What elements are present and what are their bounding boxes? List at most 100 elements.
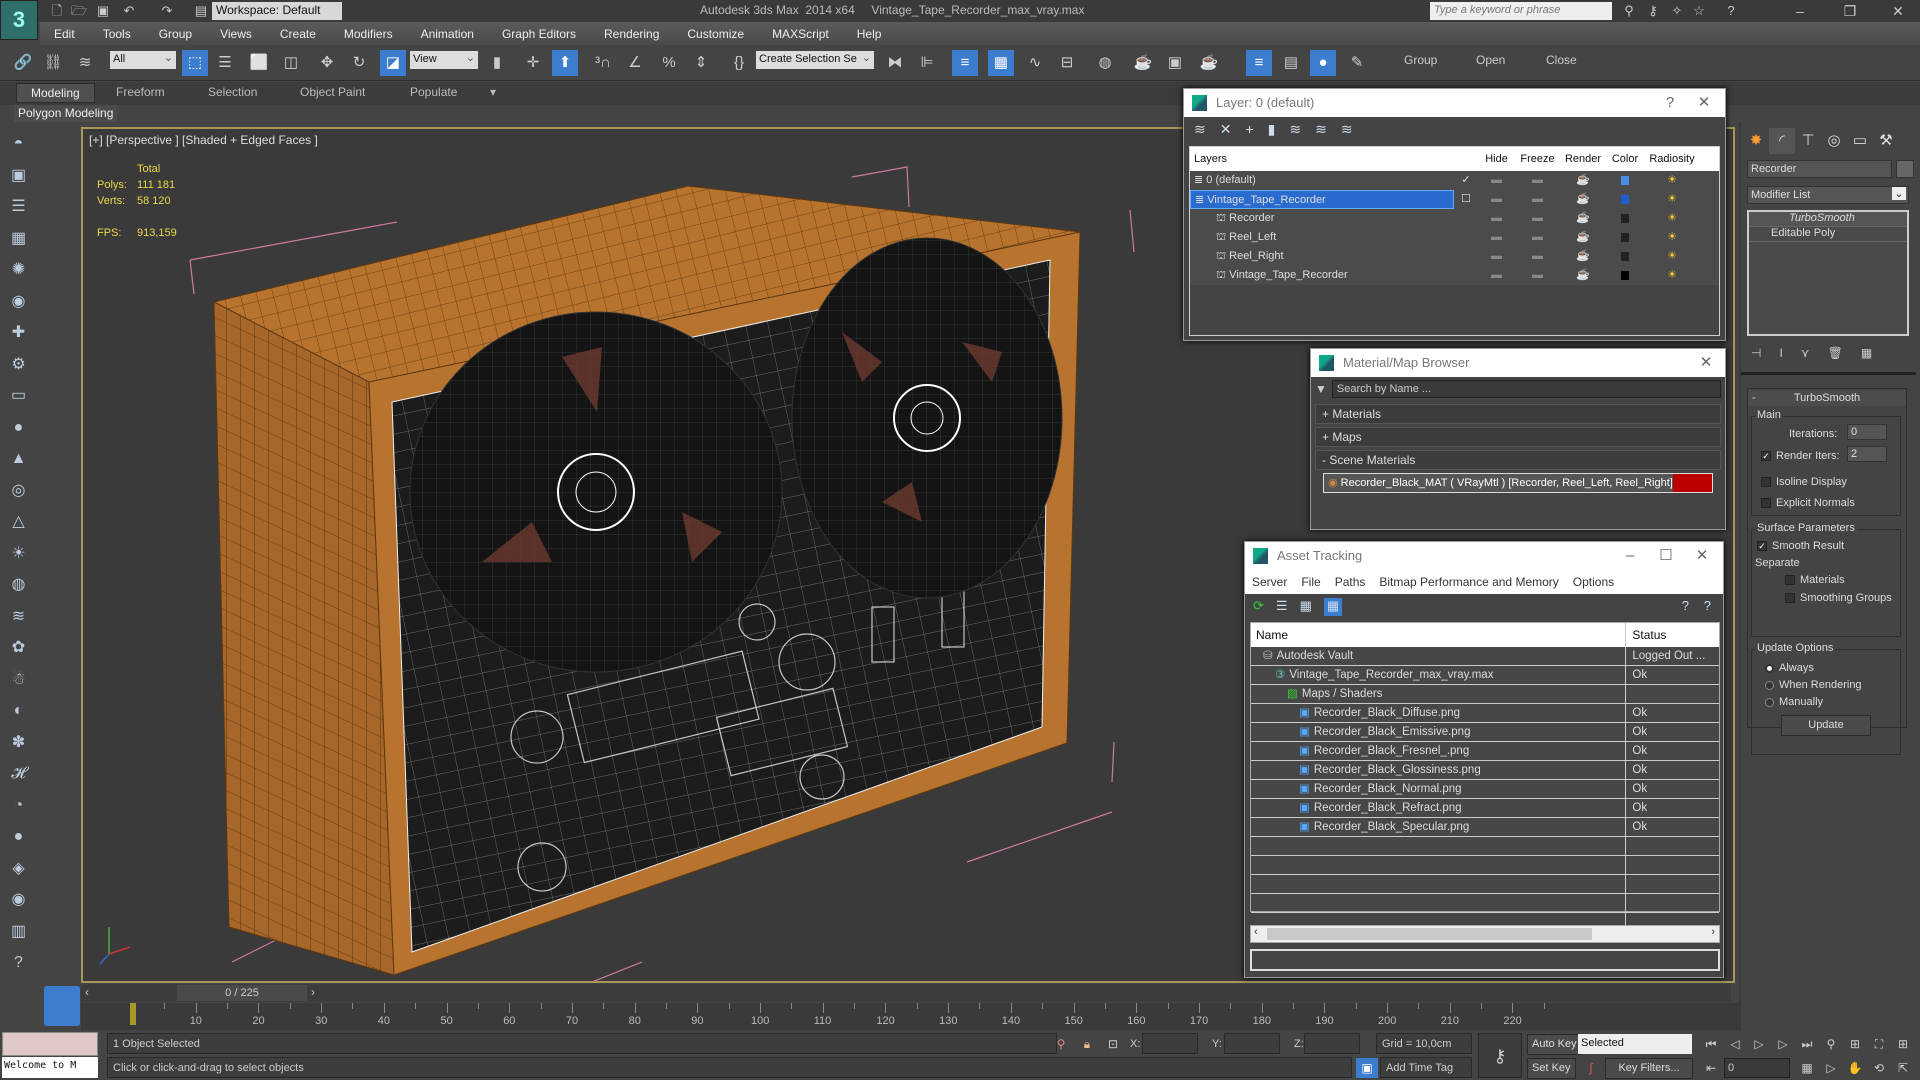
rectangle-selection-icon[interactable]: ⬜ <box>246 50 272 76</box>
current-layer-indicator[interactable]: ✓ <box>1454 171 1478 190</box>
asset-row[interactable]: ▣Recorder_Black_Fresnel_.pngOk <box>1251 742 1719 761</box>
curve-editor-icon[interactable]: ∿ <box>1022 50 1048 76</box>
render-iters-spinner[interactable]: 2 <box>1847 446 1887 462</box>
time-configuration-icon[interactable]: ▦ <box>1796 1058 1818 1078</box>
material-search-input[interactable]: Search by Name ... <box>1332 380 1721 398</box>
layer-name-cell[interactable]: ⛫ Reel_Left <box>1190 228 1454 247</box>
object-properties-icon[interactable]: ▤ <box>1278 50 1304 76</box>
render-teapot-icon[interactable]: ☕ <box>1560 190 1606 209</box>
menu-group[interactable]: Group <box>145 27 206 41</box>
object-id-icon[interactable]: ● <box>1310 50 1336 76</box>
angle-snap-icon[interactable]: ∠ <box>622 50 648 76</box>
turbosmooth-rollout-header[interactable]: -TurboSmooth <box>1748 390 1906 406</box>
current-layer-indicator[interactable]: ☐ <box>1454 190 1478 209</box>
material-editor-icon[interactable]: ◍ <box>1092 50 1118 76</box>
script-icon[interactable]: ▥ <box>0 916 37 948</box>
help-icon[interactable]: ? <box>1704 598 1711 613</box>
menu-rendering[interactable]: Rendering <box>590 27 673 41</box>
pyramid-icon[interactable]: △ <box>0 506 37 538</box>
plant-icon[interactable]: ✽ <box>0 727 37 759</box>
menu-tools[interactable]: Tools <box>89 27 145 41</box>
timeline-track[interactable]: 0102030405060708090100110120130140150160… <box>81 1003 1741 1030</box>
freeze-toggle[interactable]: ▬ <box>1515 266 1560 285</box>
schematic-view-icon[interactable]: ⊟ <box>1054 50 1080 76</box>
layer-color-cell[interactable] <box>1606 171 1644 190</box>
minimize-icon[interactable]: – <box>1615 542 1645 570</box>
select-objects-in-layer-icon[interactable]: ▮ <box>1268 121 1276 139</box>
menu-maxscript[interactable]: MAXScript <box>758 27 843 41</box>
close-group-button[interactable]: Close <box>1546 53 1577 67</box>
color-swatch[interactable] <box>1621 214 1629 223</box>
z-coordinate-field[interactable] <box>1304 1033 1360 1054</box>
close-button[interactable]: ✕ <box>1878 0 1918 22</box>
minimize-button[interactable]: – <box>1780 0 1820 22</box>
menu-animation[interactable]: Animation <box>407 27 488 41</box>
render-teapot-icon[interactable]: ☕ <box>1560 228 1606 247</box>
modifier-list-dropdown[interactable]: Modifier List⌄ <box>1747 186 1909 204</box>
move-icon[interactable]: ✥ <box>314 50 340 76</box>
ribbon-options-icon[interactable]: ▾ <box>490 85 496 99</box>
freeze-all-layers-icon[interactable]: ≋ <box>1341 121 1353 139</box>
hide-toggle[interactable]: ▬ <box>1478 228 1515 247</box>
asset-name-cell[interactable]: ▣Recorder_Black_Normal.png <box>1251 780 1626 798</box>
utilities-tab-icon[interactable]: ⚒ <box>1873 128 1899 154</box>
time-tag-icon[interactable]: ▣ <box>1356 1058 1378 1078</box>
current-layer-indicator[interactable] <box>1454 247 1478 266</box>
current-frame-field[interactable]: 0 <box>1724 1058 1790 1078</box>
asset-name-cell[interactable]: ▣Recorder_Black_Diffuse.png <box>1251 704 1626 722</box>
previous-frame-icon[interactable]: ‹ <box>85 985 89 999</box>
helper-icon[interactable]: ✚ <box>0 317 37 349</box>
globe-icon[interactable]: ◐ <box>0 695 37 727</box>
hide-toggle[interactable]: ▬ <box>1478 190 1515 209</box>
select-object-icon[interactable]: ⬚ <box>182 50 208 76</box>
radiosity-icon[interactable]: ☀ <box>1644 266 1700 285</box>
render-teapot-icon[interactable]: ☕ <box>1560 209 1606 228</box>
radiosity-icon[interactable]: ☀ <box>1644 228 1700 247</box>
layer-row[interactable]: ⛫ Vintage_Tape_Recorder▬▬☕☀ <box>1190 266 1719 285</box>
open-group-button[interactable]: Open <box>1476 53 1505 67</box>
pan-hand-icon[interactable]: ✋ <box>1844 1058 1866 1078</box>
asset-name-cell[interactable]: ⛁Autodesk Vault <box>1251 647 1626 665</box>
keyboard-shortcut-override-icon[interactable]: ⬆ <box>552 50 578 76</box>
column-render[interactable]: Render <box>1560 147 1606 171</box>
y-coordinate-field[interactable] <box>1224 1033 1280 1054</box>
freeze-toggle[interactable]: ▬ <box>1515 209 1560 228</box>
shell-icon[interactable]: ◔ <box>0 790 37 822</box>
select-by-name-icon[interactable]: ☰ <box>212 50 238 76</box>
mini-curve-editor-toggle[interactable] <box>44 986 80 1026</box>
layer-row[interactable]: ⛫ Reel_Right▬▬☕☀ <box>1190 247 1719 266</box>
show-end-result-icon[interactable]: I <box>1779 346 1782 360</box>
close-icon[interactable]: ✕ <box>1687 542 1717 570</box>
field-of-view-icon[interactable]: ▷ <box>1820 1058 1842 1078</box>
rotate-icon[interactable]: ↻ <box>346 50 372 76</box>
align-icon[interactable]: ⊫ <box>914 50 940 76</box>
table-view-icon[interactable]: ▦ <box>1324 598 1342 616</box>
materials-section[interactable]: + Materials <box>1315 404 1721 424</box>
layer-name-cell[interactable]: ⛫ Recorder <box>1190 209 1454 228</box>
freeze-toggle[interactable]: ▬ <box>1515 171 1560 190</box>
spinner-snap-icon[interactable]: ⇕ <box>688 50 714 76</box>
asset-name-cell[interactable]: ▣Recorder_Black_Specular.png <box>1251 818 1626 836</box>
tree-view-icon[interactable]: ▦ <box>1300 598 1312 616</box>
material-icon[interactable]: ◈ <box>0 853 37 885</box>
key-filters-button[interactable]: Key Filters... <box>1605 1058 1693 1079</box>
layer-name-cell[interactable]: ⛫ Vintage_Tape_Recorder <box>1190 266 1454 285</box>
layer-row[interactable]: ≣ 0 (default)✓▬▬☕☀ <box>1190 171 1719 190</box>
freeze-toggle[interactable]: ▬ <box>1515 247 1560 266</box>
restore-button[interactable]: ❐ <box>1830 0 1870 22</box>
help-icon[interactable]: ? <box>1722 2 1740 20</box>
asset-name-cell[interactable]: ▨Maps / Shaders <box>1251 685 1626 703</box>
asset-row[interactable]: ▣Recorder_Black_Glossiness.pngOk <box>1251 761 1719 780</box>
time-slider[interactable]: ‹ 0 / 225 › <box>81 984 1731 1002</box>
tab-populate[interactable]: Populate <box>410 85 457 99</box>
freeze-toggle[interactable]: ▬ <box>1515 190 1560 209</box>
sphere-icon[interactable]: ● <box>0 412 37 444</box>
app-menu-button[interactable]: 3 <box>0 0 38 40</box>
x-coordinate-field[interactable] <box>1142 1033 1198 1054</box>
selection-filter-dropdown[interactable]: All <box>110 51 176 69</box>
maxscript-input[interactable]: Welcome to M <box>2 1057 98 1078</box>
previous-key-icon[interactable]: ◁ <box>1724 1034 1746 1054</box>
scene-explorer-icon[interactable]: ≡ <box>952 50 978 76</box>
layer-color-cell[interactable] <box>1606 209 1644 228</box>
hide-toggle[interactable]: ▬ <box>1478 171 1515 190</box>
